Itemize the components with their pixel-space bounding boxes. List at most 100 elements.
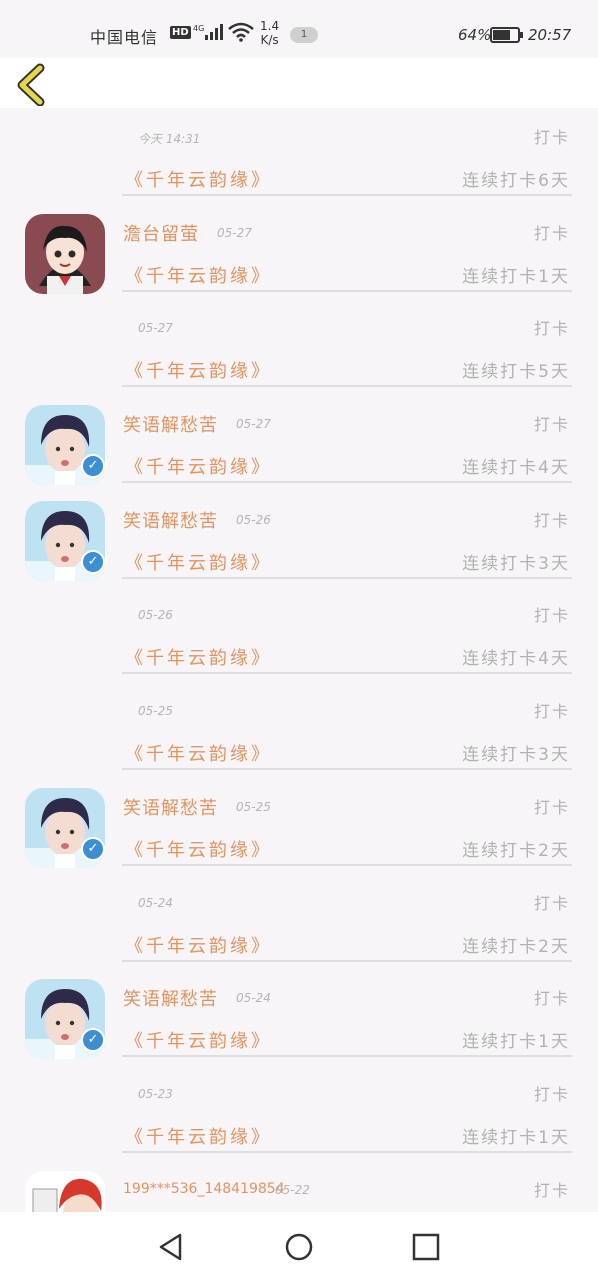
- checkin-action-label: 打卡: [533, 893, 570, 913]
- divider: [122, 959, 572, 962]
- checkin-action-label: 打卡: [533, 223, 570, 243]
- checkin-date: 05-26: [138, 608, 173, 623]
- checkin-action-label: 打卡: [533, 702, 570, 722]
- book-title-link[interactable]: 《千年云韵缘》: [125, 740, 272, 766]
- divider: [122, 672, 572, 675]
- divider: [122, 1055, 572, 1058]
- battery-percent: 64%: [458, 26, 492, 44]
- streak-label: 连续打卡1天: [462, 1032, 570, 1053]
- streak-label: 连续打卡6天: [462, 171, 570, 191]
- streak-label: 连续打卡1天: [462, 266, 570, 287]
- chevron-left-icon: [17, 63, 45, 107]
- list-item[interactable]: 澹台留萤 05-27 打卡《千年云韵缘》 连续打卡1天: [0, 204, 598, 300]
- divider: [122, 385, 572, 388]
- network-speed: 1.4 K/s: [260, 19, 279, 47]
- book-title-link[interactable]: 《千年云韵缘》: [125, 166, 272, 192]
- streak-label: 连续打卡4天: [462, 458, 570, 479]
- divider: [122, 1150, 572, 1153]
- streak-label: 连续打卡5天: [462, 362, 570, 383]
- divider: [122, 576, 572, 579]
- verified-badge-icon: ✓: [81, 549, 105, 574]
- checkin-date: 05-27: [236, 417, 271, 432]
- streak-label: 连续打卡4天: [462, 649, 570, 670]
- circle-home-icon[interactable]: [284, 1232, 314, 1262]
- book-title-link[interactable]: 《千年云韵缘》: [125, 1027, 272, 1053]
- list-item[interactable]: 199***536_148419854 05-22 打卡: [0, 1161, 598, 1212]
- book-title-link[interactable]: 《千年云韵缘》: [125, 262, 272, 288]
- book-title-link[interactable]: 《千年云韵缘》: [125, 1123, 272, 1149]
- list-item[interactable]: 今天 14:31 打卡《千年云韵缘》 连续打卡6天: [0, 108, 598, 204]
- list-item[interactable]: ✓ 笑语解愁苦 05-26 打卡《千年云韵缘》 连续打卡3天: [0, 491, 598, 587]
- checkin-action-label: 打卡: [533, 606, 570, 626]
- divider: [122, 289, 572, 292]
- list-item[interactable]: 05-25 打卡《千年云韵缘》 连续打卡3天: [0, 682, 598, 778]
- verified-badge-icon: ✓: [81, 1028, 105, 1053]
- divider: [122, 194, 572, 196]
- status-bar: 中国电信 HD 4G 1.4 K/s 1 64% 20:57: [0, 0, 598, 58]
- system-navigation-bar: [0, 1212, 598, 1280]
- back-button[interactable]: [14, 62, 54, 107]
- list-item[interactable]: 05-26 打卡《千年云韵缘》 连续打卡4天: [0, 586, 598, 682]
- streak-label: 连续打卡2天: [462, 840, 570, 861]
- divider: [122, 481, 572, 484]
- checkin-date: 05-27: [217, 225, 252, 240]
- avatar[interactable]: [25, 1170, 105, 1212]
- battery-icon: [490, 27, 523, 43]
- username[interactable]: 笑语解愁苦: [123, 507, 218, 533]
- checkin-action-label: 打卡: [533, 128, 570, 147]
- triangle-back-icon[interactable]: [156, 1232, 186, 1262]
- username[interactable]: 笑语解愁苦: [123, 794, 218, 820]
- carrier-label: 中国电信: [90, 28, 159, 47]
- signal-icon: 4G: [193, 22, 227, 46]
- list-item[interactable]: 05-24 打卡《千年云韵缘》 连续打卡2天: [0, 874, 598, 970]
- checkin-date: 05-24: [138, 895, 173, 910]
- username[interactable]: 澹台留萤: [123, 220, 199, 246]
- hd-badge: HD: [170, 26, 191, 39]
- streak-label: 连续打卡3天: [462, 745, 570, 766]
- checkin-action-label: 打卡: [533, 415, 570, 435]
- book-title-link[interactable]: 《千年云韵缘》: [125, 549, 272, 575]
- streak-label: 连续打卡1天: [462, 1127, 570, 1148]
- book-title-link[interactable]: 《千年云韵缘》: [125, 836, 272, 862]
- checkin-action-label: 打卡: [533, 1084, 570, 1104]
- checkin-date: 05-22: [275, 1182, 310, 1197]
- username[interactable]: 笑语解愁苦: [123, 985, 218, 1011]
- clock: 20:57: [528, 26, 572, 44]
- top-nav-bar: [0, 58, 598, 108]
- list-item[interactable]: ✓ 笑语解愁苦 05-25 打卡《千年云韵缘》 连续打卡2天: [0, 778, 598, 874]
- avatar[interactable]: [25, 213, 105, 294]
- divider: [122, 768, 572, 771]
- book-title-link[interactable]: 《千年云韵缘》: [125, 453, 272, 479]
- checkin-date: 05-24: [236, 991, 271, 1006]
- checkin-date: 今天 14:31: [138, 132, 201, 146]
- book-title-link[interactable]: 《千年云韵缘》: [125, 932, 272, 958]
- checkin-date: 05-23: [138, 1086, 173, 1101]
- checkin-action-label: 打卡: [533, 510, 570, 530]
- checkin-date: 05-25: [236, 799, 271, 814]
- wifi-icon: [228, 22, 254, 46]
- checkin-date: 05-27: [138, 321, 173, 336]
- streak-label: 连续打卡3天: [462, 553, 570, 574]
- checkin-date: 05-26: [236, 512, 271, 527]
- speed-unit: K/s: [260, 33, 279, 47]
- streak-label: 连续打卡2天: [462, 936, 570, 957]
- list-item[interactable]: ✓ 笑语解愁苦 05-24 打卡《千年云韵缘》 连续打卡1天: [0, 969, 598, 1065]
- username[interactable]: 笑语解愁苦: [123, 411, 218, 437]
- notification-pill: 1: [290, 27, 318, 43]
- list-item[interactable]: 05-27 打卡《千年云韵缘》 连续打卡5天: [0, 299, 598, 395]
- checkin-action-label: 打卡: [533, 989, 570, 1009]
- checkin-action-label: 打卡: [533, 797, 570, 817]
- square-recent-icon[interactable]: [411, 1232, 441, 1262]
- verified-badge-icon: ✓: [81, 454, 105, 479]
- speed-value: 1.4: [260, 19, 280, 33]
- book-title-link[interactable]: 《千年云韵缘》: [125, 644, 272, 670]
- book-title-link[interactable]: 《千年云韵缘》: [125, 357, 272, 383]
- checkin-list[interactable]: 今天 14:31 打卡 《千年云韵缘》 连续打卡6天 澹台留萤 05-27 打卡 《千年云韵缘…: [0, 108, 598, 1212]
- signal-label: 4G: [193, 24, 204, 33]
- list-item[interactable]: ✓ 笑语解愁苦 05-27 打卡《千年云韵缘》 连续打卡4天: [0, 395, 598, 491]
- username[interactable]: 199***536_148419854: [123, 1181, 285, 1197]
- list-item[interactable]: 05-23 打卡《千年云韵缘》 连续打卡1天: [0, 1065, 598, 1161]
- verified-badge-icon: ✓: [81, 836, 105, 861]
- checkin-date: 05-25: [138, 704, 173, 719]
- checkin-action-label: 打卡: [533, 319, 570, 339]
